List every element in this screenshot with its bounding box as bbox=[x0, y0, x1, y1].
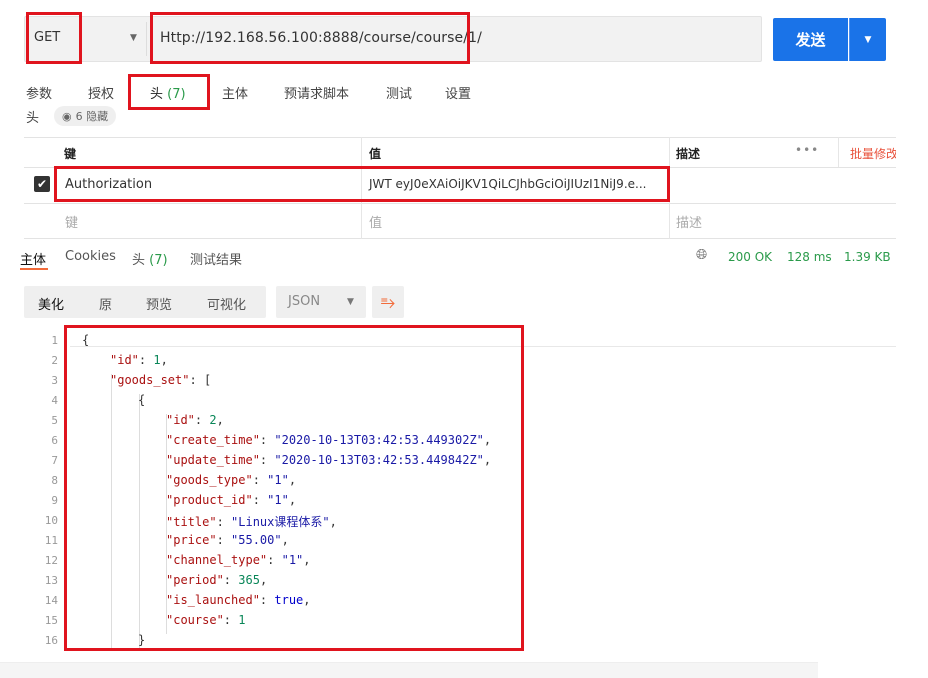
wrap-lines-icon[interactable]: ⥱ bbox=[372, 286, 404, 318]
annotation-box-headers-tab bbox=[128, 74, 210, 110]
chevron-down-icon: ▼ bbox=[347, 297, 354, 307]
response-size: 1.39 KB bbox=[844, 250, 891, 264]
tab-params[interactable]: 参数 bbox=[26, 83, 52, 102]
line-number: 12 bbox=[44, 554, 58, 567]
bulk-edit-link[interactable]: 批量修改 bbox=[850, 145, 896, 162]
tab-response-headers[interactable]: 头 (7) bbox=[132, 249, 168, 268]
check-icon: ✔ bbox=[36, 177, 48, 191]
line-number: 8 bbox=[51, 474, 58, 487]
line-number: 5 bbox=[51, 414, 58, 427]
line-number: 2 bbox=[51, 354, 58, 367]
line-number: 6 bbox=[51, 434, 58, 447]
column-divider bbox=[838, 137, 839, 167]
more-options-icon[interactable]: ••• bbox=[795, 143, 819, 157]
line-number: 3 bbox=[51, 374, 58, 387]
tab-body[interactable]: 主体 bbox=[222, 83, 248, 102]
chevron-down-icon[interactable]: ▼ bbox=[130, 33, 137, 43]
tab-pre-request-script[interactable]: 预请求脚本 bbox=[284, 83, 349, 102]
table-border bbox=[24, 238, 896, 239]
hidden-headers-toggle[interactable]: ◉ 6 隐藏 bbox=[54, 106, 117, 126]
new-header-value-input[interactable]: 值 bbox=[369, 212, 382, 231]
annotation-box-response-body bbox=[64, 325, 524, 651]
tab-response-headers-label: 头 bbox=[132, 253, 146, 268]
tab-tests[interactable]: 测试 bbox=[386, 83, 412, 102]
annotation-box-auth-header bbox=[54, 166, 670, 202]
annotation-box-method bbox=[26, 12, 82, 64]
tab-response-body[interactable]: 主体 bbox=[20, 249, 46, 268]
response-time: 128 ms bbox=[787, 250, 832, 264]
new-header-key-input[interactable]: 键 bbox=[65, 212, 78, 231]
line-number: 16 bbox=[44, 634, 58, 647]
tab-test-results[interactable]: 测试结果 bbox=[190, 249, 242, 268]
send-options-dropdown[interactable]: ▼ bbox=[849, 18, 886, 61]
hidden-headers-label: 6 隐藏 bbox=[75, 110, 109, 123]
status-code: 200 OK bbox=[728, 250, 773, 264]
active-tab-indicator bbox=[20, 268, 48, 270]
bottom-bar bbox=[0, 662, 818, 678]
tab-settings[interactable]: 设置 bbox=[445, 83, 471, 102]
send-button[interactable]: 发送 bbox=[773, 18, 848, 61]
line-number: 14 bbox=[44, 594, 58, 607]
view-raw-button[interactable]: 原 bbox=[99, 294, 112, 313]
view-preview-button[interactable]: 预览 bbox=[146, 294, 172, 313]
line-number: 13 bbox=[44, 574, 58, 587]
line-number: 10 bbox=[44, 514, 58, 527]
table-border bbox=[24, 137, 896, 138]
new-header-description-input[interactable]: 描述 bbox=[676, 212, 702, 231]
annotation-box-url bbox=[150, 12, 470, 64]
globe-icon[interactable]: 🌐︎ bbox=[696, 247, 707, 263]
column-header-description: 描述 bbox=[676, 147, 701, 161]
line-number: 15 bbox=[44, 614, 58, 627]
line-number: 9 bbox=[51, 494, 58, 507]
line-number: 4 bbox=[51, 394, 58, 407]
line-number: 11 bbox=[44, 534, 58, 547]
tab-response-cookies[interactable]: Cookies bbox=[65, 249, 116, 264]
format-select-value: JSON bbox=[288, 294, 321, 309]
table-border bbox=[24, 203, 896, 204]
line-number: 1 bbox=[51, 334, 58, 347]
eye-icon: ◉ bbox=[62, 109, 72, 123]
tab-auth[interactable]: 授权 bbox=[88, 83, 114, 102]
column-header-value: 值 bbox=[369, 147, 382, 161]
view-pretty-button[interactable]: 美化 bbox=[38, 294, 64, 313]
column-header-key: 键 bbox=[64, 147, 77, 161]
tab-response-headers-count: (7) bbox=[149, 253, 168, 268]
divider bbox=[146, 22, 147, 56]
view-visualize-button[interactable]: 可视化 bbox=[207, 294, 246, 313]
chevron-down-icon: ▼ bbox=[864, 34, 872, 45]
line-number: 7 bbox=[51, 454, 58, 467]
header-enabled-checkbox[interactable]: ✔ bbox=[34, 176, 50, 192]
headers-section-title: 头 bbox=[26, 111, 40, 126]
